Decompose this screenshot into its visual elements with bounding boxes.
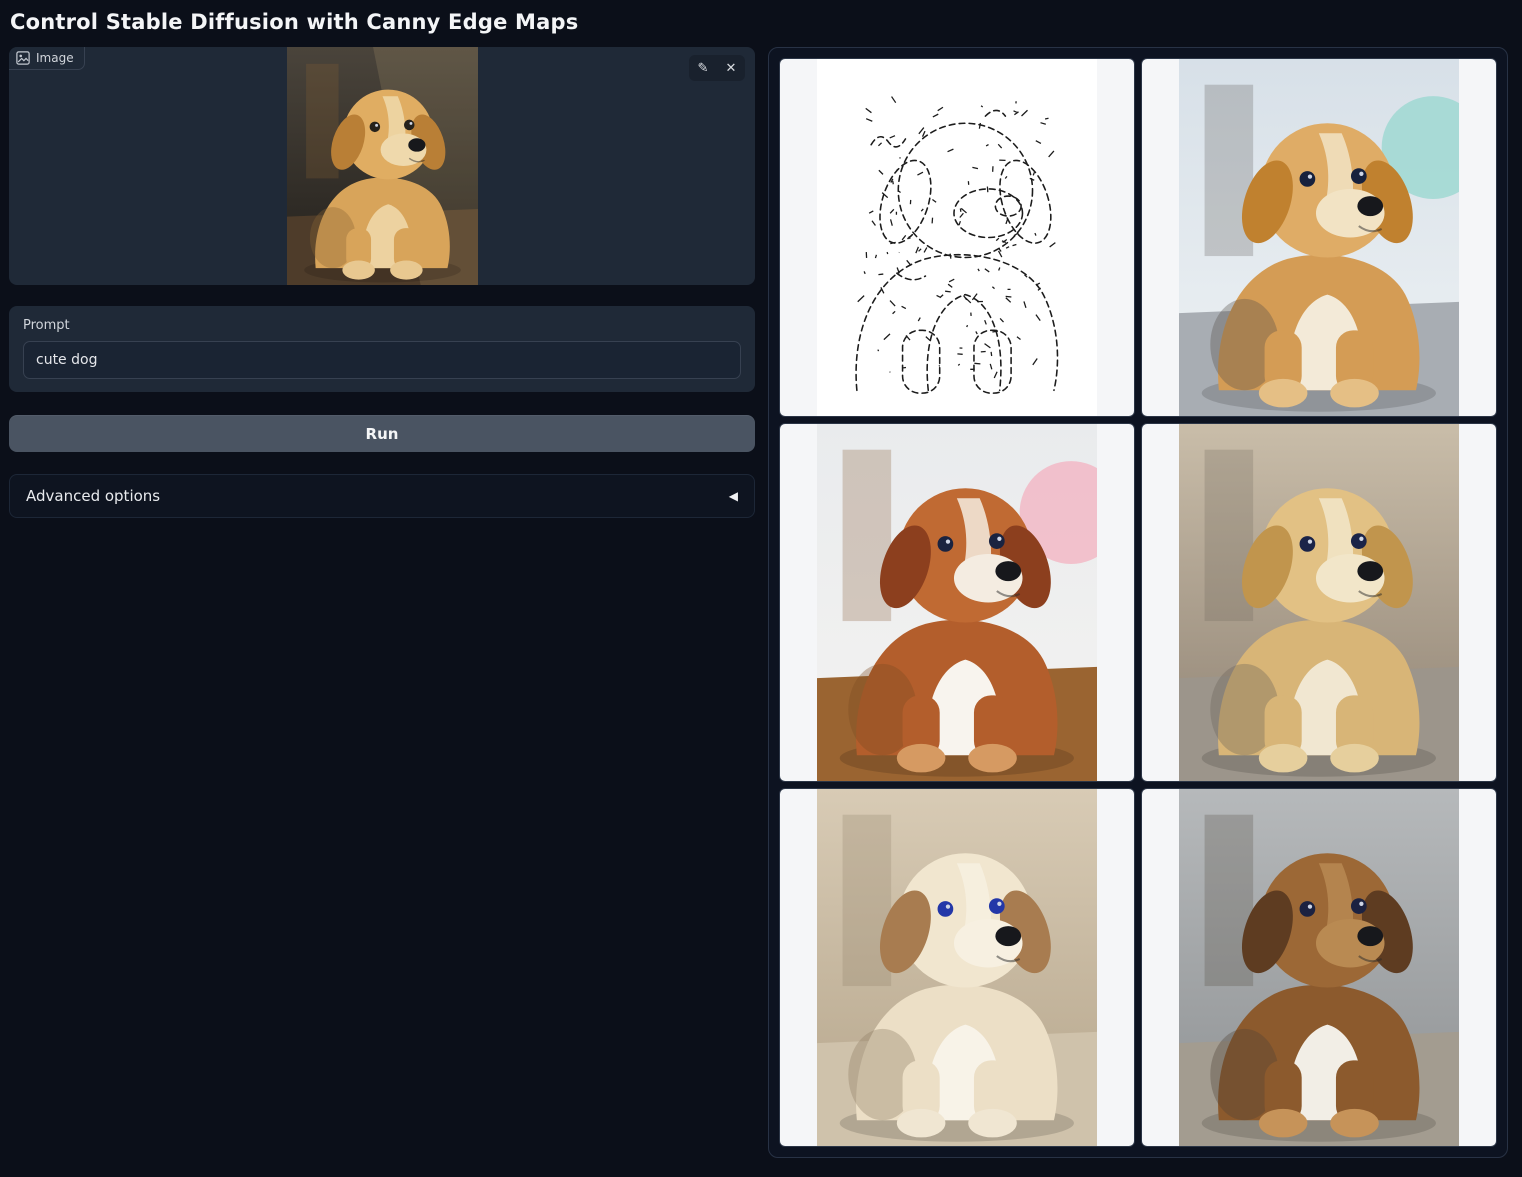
image-tab-label: Image [36, 51, 74, 65]
main-layout: Image ✎ ✕ [9, 47, 1508, 1158]
generated-puppy-5 [1179, 789, 1459, 1146]
generated-puppy-4 [817, 789, 1097, 1146]
image-tab[interactable]: Image [9, 47, 85, 70]
uploaded-image-wrap [9, 47, 755, 285]
prompt-input[interactable] [23, 341, 741, 379]
gallery-item-generated-puppy-4[interactable] [780, 789, 1134, 1146]
output-column [768, 47, 1508, 1158]
prompt-panel: Prompt [9, 306, 755, 392]
gallery-item-generated-puppy-5[interactable] [1142, 789, 1496, 1146]
edit-image-icon[interactable]: ✎ [691, 57, 715, 79]
page-title: Control Stable Diffusion with Canny Edge… [10, 10, 1508, 34]
gallery-item-generated-puppy-3[interactable] [1142, 424, 1496, 781]
prompt-label: Prompt [23, 318, 741, 333]
output-gallery [768, 47, 1508, 1158]
canny-edge-map [817, 59, 1097, 416]
accordion-collapse-icon: ◀ [729, 489, 738, 503]
image-actions: ✎ ✕ [689, 55, 745, 81]
advanced-options-label: Advanced options [26, 487, 160, 505]
generated-puppy-3 [1179, 424, 1459, 781]
image-upload-panel[interactable]: Image ✎ ✕ [9, 47, 755, 285]
controls-column: Image ✎ ✕ [9, 47, 755, 518]
run-button[interactable]: Run [9, 415, 755, 452]
generated-puppy-2 [817, 424, 1097, 781]
gallery-item-generated-puppy-1[interactable] [1142, 59, 1496, 416]
image-icon [16, 51, 30, 65]
uploaded-puppy-image[interactable] [287, 47, 478, 285]
advanced-options-accordion[interactable]: Advanced options ◀ [9, 474, 755, 518]
gallery-item-generated-puppy-2[interactable] [780, 424, 1134, 781]
generated-puppy-1 [1179, 59, 1459, 416]
gallery-item-canny-edge-map[interactable] [780, 59, 1134, 416]
clear-image-icon[interactable]: ✕ [719, 57, 743, 79]
